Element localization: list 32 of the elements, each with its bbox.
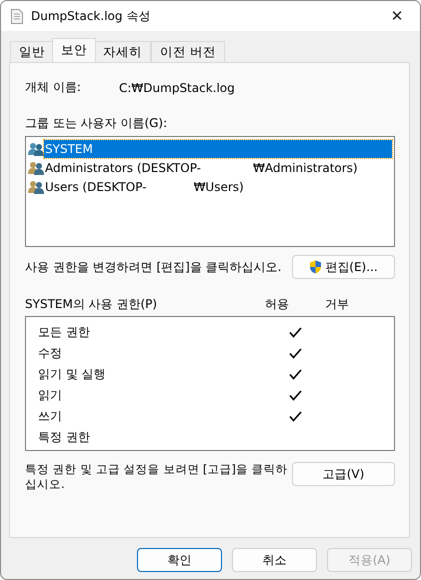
groups-label: 그룹 또는 사용자 이름(G):	[25, 115, 168, 132]
close-button[interactable]: ✕	[374, 7, 420, 25]
advanced-button[interactable]: 고급(V)	[292, 462, 395, 486]
permissions-label: SYSTEM의 사용 권한(P)	[25, 296, 158, 313]
permission-name: 특정 권한	[38, 429, 91, 446]
allow-header: 허용	[265, 296, 290, 313]
user-list-item[interactable]: Administrators (DESKTOP- ₩Administrators)	[44, 158, 392, 176]
object-name-label: 개체 이름:	[25, 79, 82, 96]
users-icon	[28, 160, 44, 174]
window-title: DumpStack.log 속성	[31, 8, 152, 24]
permission-name: 수정	[38, 345, 63, 362]
advanced-hint: 특정 권한 및 고급 설정을 보려면 [고급]을 클릭하십시오.	[25, 462, 289, 492]
dialog-button[interactable]: 취소	[232, 548, 317, 572]
edit-hint: 사용 권한을 변경하려면 [편집]을 클릭하십시오.	[25, 258, 282, 276]
tab[interactable]: 일반	[10, 41, 54, 62]
user-list-item[interactable]: Users (DESKTOP- ₩Users)	[44, 178, 392, 196]
permission-name: 읽기 및 실행	[38, 366, 107, 383]
tab[interactable]: 자세히	[94, 41, 151, 62]
document-icon	[11, 8, 23, 24]
shield-icon	[309, 260, 322, 274]
permission-name: 쓰기	[38, 408, 63, 425]
deny-header: 거부	[325, 296, 349, 313]
tab[interactable]: 이전 버전	[151, 41, 225, 62]
object-name-value: C:₩DumpStack.log	[119, 80, 235, 94]
edit-button[interactable]: 편집(E)...	[292, 255, 395, 279]
permission-name: 모든 권한	[38, 324, 91, 341]
tab[interactable]: 보안	[52, 38, 96, 62]
user-list-item[interactable]: SYSTEM	[44, 140, 392, 158]
users-icon	[28, 180, 44, 194]
users-icon	[28, 142, 44, 156]
permission-name: 읽기	[38, 387, 63, 404]
dialog-button[interactable]: 확인	[137, 548, 222, 572]
